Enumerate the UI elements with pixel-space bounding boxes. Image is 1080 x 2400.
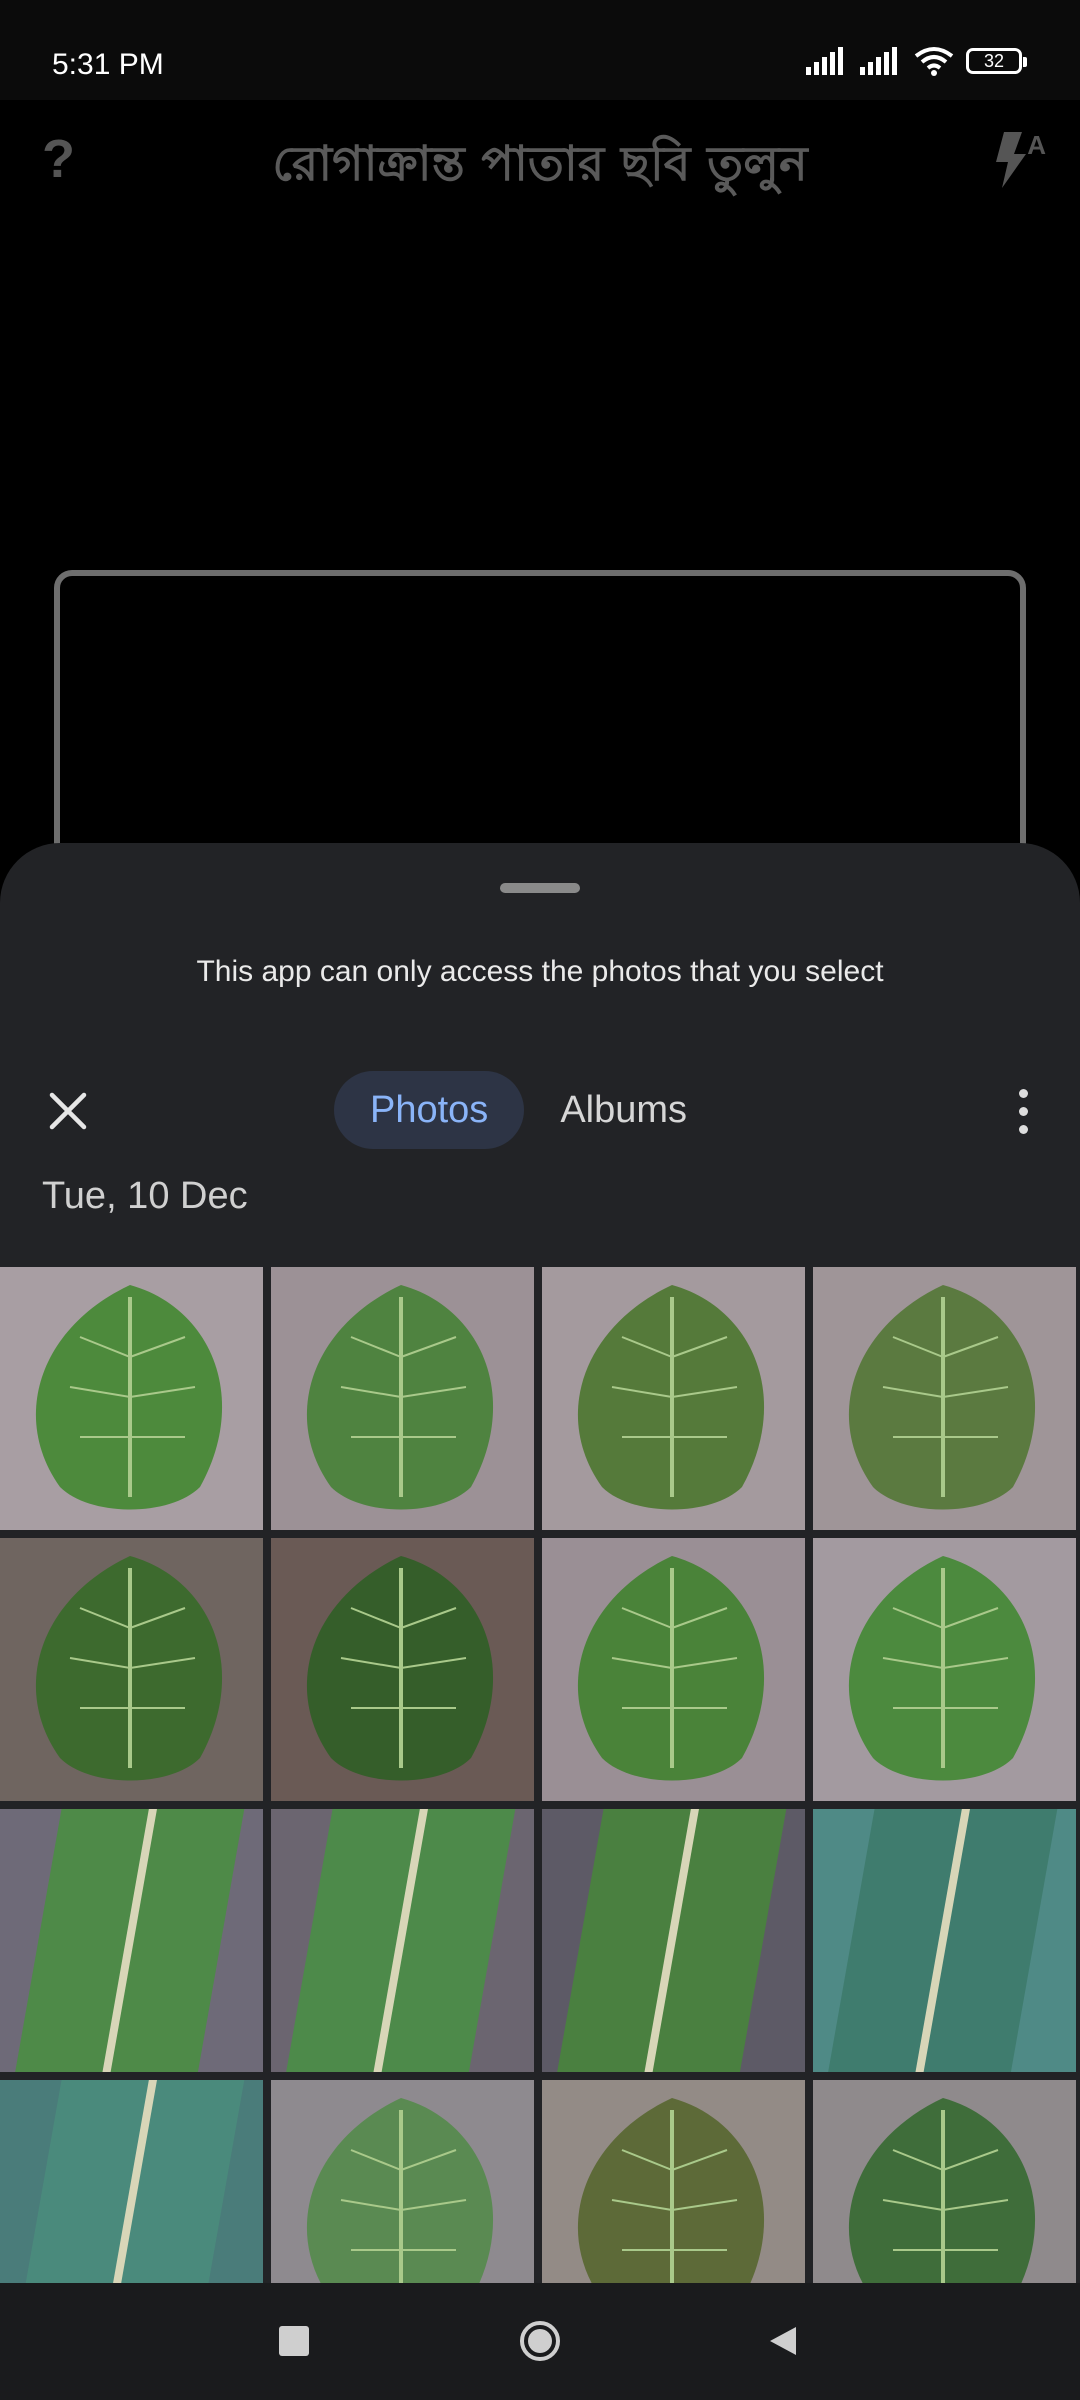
photo-thumbnail-tomato-leaf-curl[interactable]	[0, 1538, 263, 1801]
photo-grid	[0, 1267, 1080, 2283]
date-header: Tue, 10 Dec	[42, 1175, 248, 1217]
home-button[interactable]	[510, 2311, 570, 2371]
photo-thumbnail-maize-leaf-lesion[interactable]	[542, 1809, 805, 2072]
back-button[interactable]	[752, 2311, 812, 2371]
leaf-photo-image	[271, 1809, 534, 2072]
leaf-photo-image	[813, 1809, 1076, 2072]
leaf-photo-image	[271, 1267, 534, 1530]
leaf-photo-image	[542, 1809, 805, 2072]
leaf-photo-image	[0, 2080, 263, 2283]
photo-thumbnail-potato-leaf-healthy-2[interactable]	[542, 1538, 805, 1801]
signal-icon-2	[860, 47, 897, 75]
camera-title: রোগাক্রান্ত পাতার ছবি তুলুন	[272, 136, 808, 192]
navigation-bar	[0, 2283, 1080, 2400]
photo-thumbnail-tomato-leaf-curl-dark[interactable]	[271, 1538, 534, 1801]
close-button[interactable]	[40, 1083, 96, 1139]
access-notice: This app can only access the photos that…	[196, 955, 884, 988]
photo-thumbnail-potato-leaf-healthy[interactable]	[0, 1267, 263, 1530]
photo-thumbnail-tomato-leaf-late-blight[interactable]	[542, 2080, 805, 2283]
leaf-photo-image	[813, 2080, 1076, 2283]
status-icons: 32	[806, 46, 1027, 76]
battery-icon: 32	[966, 48, 1027, 74]
leaf-photo-image	[0, 1267, 263, 1530]
photo-thumbnail-maize-leaf-blight[interactable]	[0, 1809, 263, 2072]
picker-tabs: Photos Albums	[334, 1071, 723, 1149]
more-dot-icon	[1019, 1107, 1028, 1116]
more-dot-icon	[1019, 1125, 1028, 1134]
more-dot-icon	[1019, 1089, 1028, 1098]
photo-thumbnail-potato-leaf-healthy-3[interactable]	[813, 1538, 1076, 1801]
photo-thumbnail-potato-leaf-lesion[interactable]	[271, 1267, 534, 1530]
recents-icon	[279, 2326, 309, 2356]
drag-handle[interactable]	[500, 883, 580, 893]
recents-button[interactable]	[264, 2311, 324, 2371]
signal-icon	[806, 47, 843, 75]
photo-thumbnail-tomato-leaf-spot[interactable]	[813, 2080, 1076, 2283]
back-icon	[770, 2327, 796, 2355]
leaf-photo-image	[542, 1538, 805, 1801]
leaf-photo-image	[813, 1267, 1076, 1530]
photo-thumbnail-tomato-leaf-healthy[interactable]	[271, 2080, 534, 2283]
photo-thumbnail-potato-leaf-blight[interactable]	[542, 1267, 805, 1530]
photo-picker-sheet: This app can only access the photos that…	[0, 843, 1080, 2283]
leaf-photo-image	[0, 1809, 263, 2072]
photo-thumbnail-maize-leaf-closeup[interactable]	[0, 2080, 263, 2283]
leaf-photo-image	[813, 1538, 1076, 1801]
leaf-photo-image	[0, 1538, 263, 1801]
tab-photos[interactable]: Photos	[334, 1071, 525, 1149]
home-icon	[520, 2321, 560, 2361]
leaf-photo-image	[542, 1267, 805, 1530]
status-bar: 5:31 PM 32	[0, 0, 1080, 100]
photo-thumbnail-maize-leaf-healthy[interactable]	[813, 1809, 1076, 2072]
tab-albums[interactable]: Albums	[524, 1071, 723, 1149]
flash-mode-label: A	[1027, 130, 1046, 160]
wifi-icon	[914, 47, 954, 76]
status-time: 5:31 PM	[52, 48, 164, 81]
leaf-photo-image	[271, 2080, 534, 2283]
photo-thumbnail-potato-leaf-blight-severe[interactable]	[813, 1267, 1076, 1530]
photo-thumbnail-maize-leaf-blight-2[interactable]	[271, 1809, 534, 2072]
flash-auto-button[interactable]: A	[990, 130, 1046, 195]
close-icon	[49, 1092, 87, 1130]
more-options-button[interactable]	[1019, 1089, 1028, 1134]
leaf-photo-image	[542, 2080, 805, 2283]
leaf-photo-image	[271, 1538, 534, 1801]
battery-level: 32	[983, 50, 1005, 71]
